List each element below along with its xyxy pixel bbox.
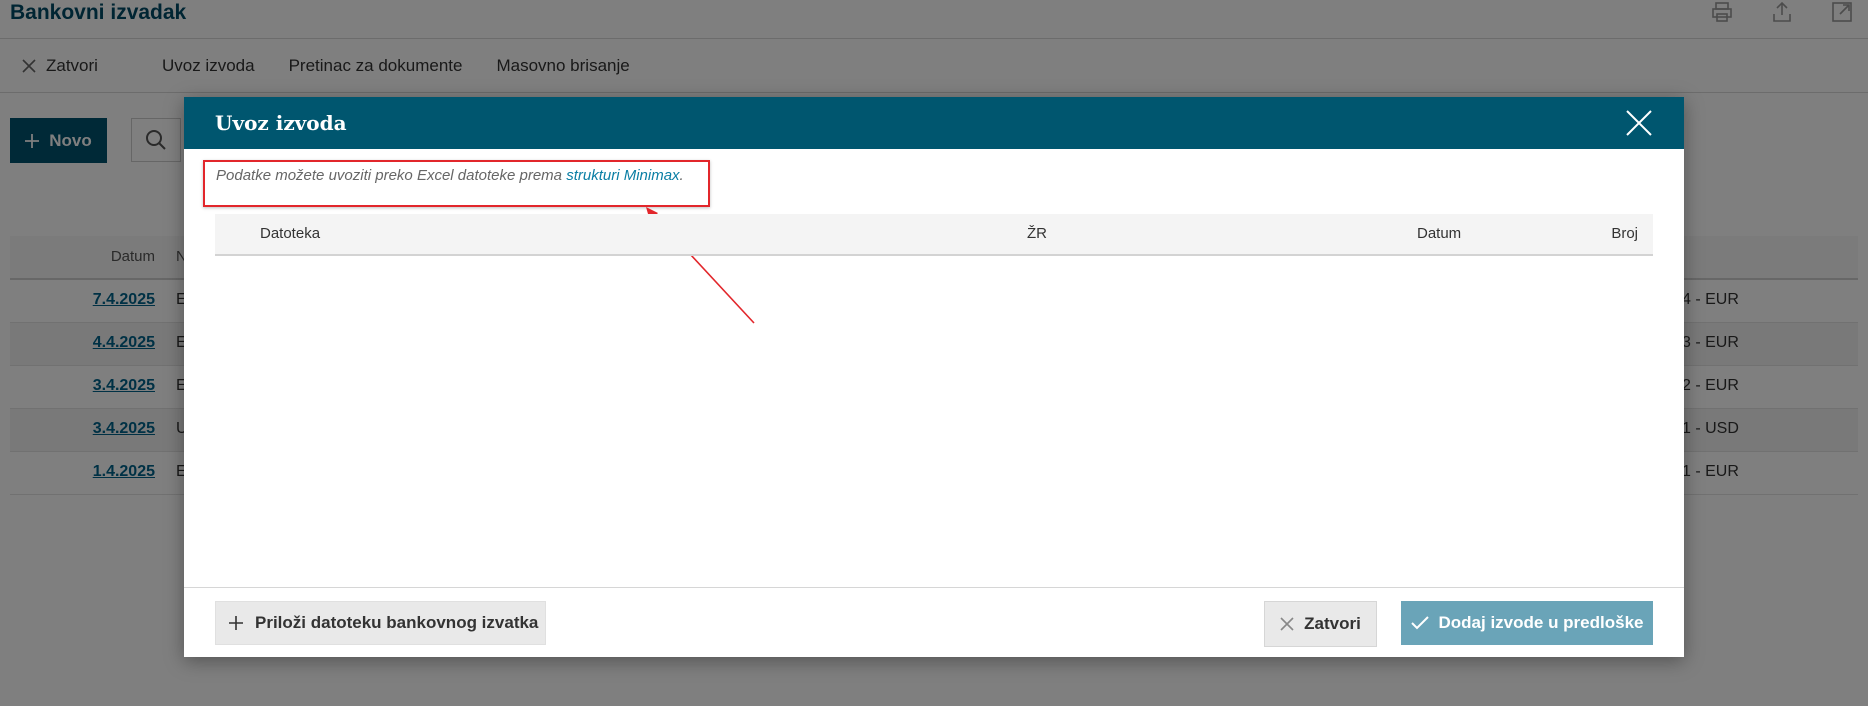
dialog-header: Uvoz izvoda xyxy=(184,97,1684,149)
dialog-title: Uvoz izvoda xyxy=(215,111,347,135)
files-table-header: Datoteka ŽR Datum Broj xyxy=(215,214,1653,256)
dialog-footer: Priloži datoteku bankovnog izvatka Zatvo… xyxy=(184,587,1684,658)
check-icon xyxy=(1410,616,1429,630)
plus-icon xyxy=(229,616,243,630)
close-icon xyxy=(1280,617,1294,631)
attach-statement-button[interactable]: Priloži datoteku bankovnog izvatka xyxy=(215,601,546,645)
dialog-cancel-button[interactable]: Zatvori xyxy=(1264,601,1377,647)
column-file: Datoteka xyxy=(260,225,321,242)
add-statements-button[interactable]: Dodaj izvode u predloške xyxy=(1401,601,1653,645)
import-statement-dialog: Uvoz izvoda Podatke možete uvoziti preko… xyxy=(184,97,1684,657)
dialog-close-button[interactable] xyxy=(1624,108,1654,138)
close-icon xyxy=(1626,110,1652,136)
add-statements-label: Dodaj izvode u predloške xyxy=(1438,613,1644,632)
column-date: Datum xyxy=(1417,225,1462,242)
dialog-cancel-label: Zatvori xyxy=(1304,614,1361,633)
column-account: ŽR xyxy=(1027,225,1047,242)
column-number: Broj xyxy=(1611,225,1638,242)
attach-statement-label: Priloži datoteku bankovnog izvatka xyxy=(255,613,539,632)
highlight-box xyxy=(203,160,710,207)
